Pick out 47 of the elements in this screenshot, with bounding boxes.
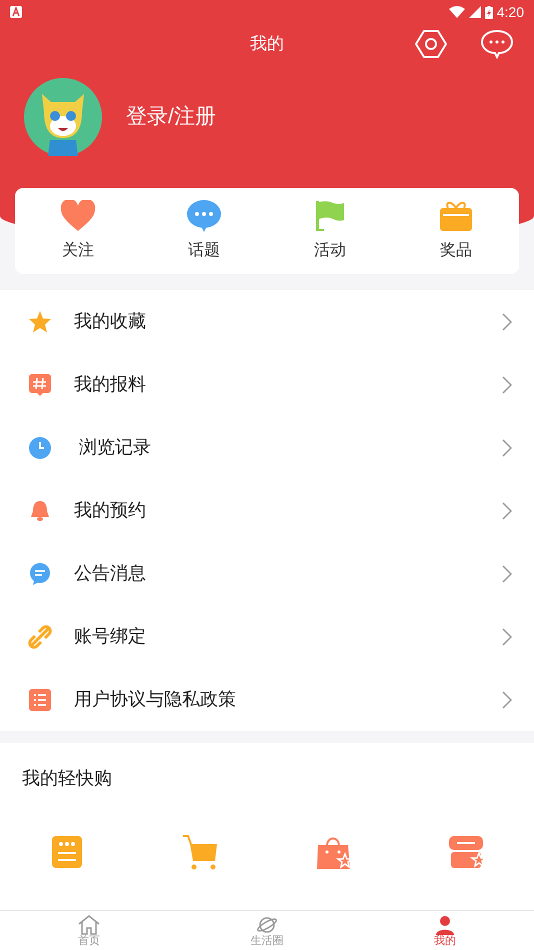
chevron-right-icon — [502, 312, 512, 330]
login-register-link[interactable]: 登录/注册 — [126, 101, 216, 133]
gift-icon — [439, 200, 473, 232]
settings-icon — [415, 29, 447, 59]
chat-bubble-icon — [481, 29, 513, 59]
quick-link[interactable]: 关注 — [15, 188, 141, 274]
quick-link[interactable]: 话题 — [141, 188, 267, 274]
bell-icon — [28, 498, 52, 522]
chevron-right-icon — [502, 628, 512, 646]
quick-link[interactable]: 活动 — [267, 188, 393, 274]
cart-icon — [182, 834, 218, 870]
menu-item[interactable]: 公告消息 — [0, 542, 534, 605]
chat-bubble-icon — [186, 199, 222, 233]
home-icon — [78, 914, 100, 934]
link-icon — [28, 624, 52, 648]
menu-item[interactable]: 我的收藏 — [0, 290, 534, 353]
message-button[interactable] — [480, 28, 514, 60]
chevron-right-icon — [502, 376, 512, 394]
heart-icon — [60, 200, 96, 232]
section-title: 我的轻快购 — [21, 767, 113, 790]
planet-icon — [256, 914, 278, 934]
page-title: 我的 — [250, 33, 284, 56]
wifi-icon — [448, 6, 465, 18]
message-icon — [28, 562, 52, 586]
hash-icon — [28, 372, 52, 396]
chevron-right-icon — [502, 502, 512, 520]
flag-icon — [315, 200, 345, 232]
chevron-right-icon — [502, 690, 512, 708]
menu-item[interactable]: 用户协议与隐私政策 — [0, 668, 534, 731]
notification-icon — [10, 6, 22, 18]
person-icon — [434, 914, 456, 934]
chevron-right-icon — [502, 438, 512, 456]
star-icon — [28, 310, 52, 334]
quick-link[interactable]: 奖品 — [393, 188, 519, 274]
menu-item[interactable]: 浏览记录 — [0, 416, 534, 479]
list-icon — [28, 688, 52, 712]
menu-item[interactable]: 我的报料 — [0, 353, 534, 416]
store-icon — [448, 835, 486, 869]
order-list-icon — [50, 835, 83, 869]
signal-icon — [468, 6, 481, 18]
chevron-right-icon — [502, 564, 512, 582]
settings-button[interactable] — [414, 28, 448, 60]
clock-icon — [28, 436, 52, 460]
menu-item[interactable]: 我的预约 — [0, 479, 534, 542]
status-time: 4:20 — [496, 2, 524, 22]
tab[interactable]: 我的 — [356, 911, 534, 950]
menu-item[interactable]: 账号绑定 — [0, 605, 534, 668]
